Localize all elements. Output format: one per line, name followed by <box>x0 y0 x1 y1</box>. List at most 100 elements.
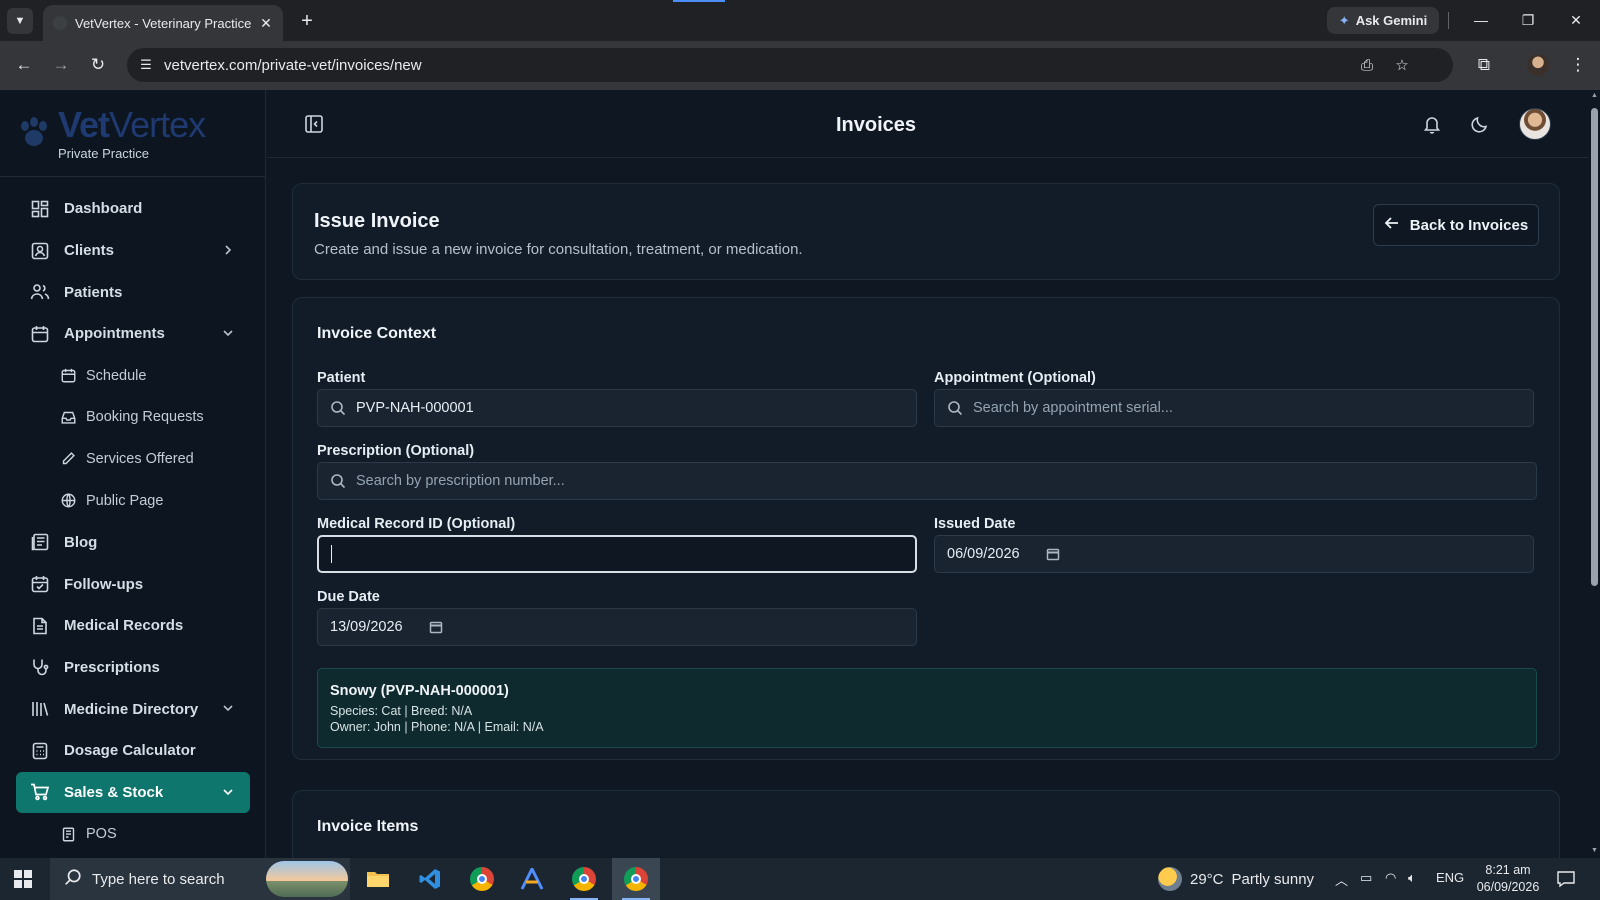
issue-invoice-card: Issue Invoice Create and issue a new inv… <box>292 183 1560 280</box>
forward-arrow-icon[interactable]: → <box>49 53 73 77</box>
medical-record-label: Medical Record ID (Optional) <box>317 516 516 532</box>
tray-chevron-up-icon[interactable]: ︿ <box>1335 870 1348 889</box>
tab-search-dropdown[interactable]: ▼ <box>7 8 33 34</box>
notifications-icon[interactable] <box>1556 869 1576 889</box>
language-indicator[interactable]: ENG <box>1436 870 1464 885</box>
taskbar-search-box[interactable]: Type here to search <box>50 858 350 900</box>
sidebar-item-booking-requests[interactable]: Booking Requests <box>16 396 250 438</box>
dashboard-icon <box>30 199 50 219</box>
file-explorer-icon[interactable] <box>354 858 402 900</box>
pen-icon <box>60 451 76 467</box>
prescription-search-input[interactable]: Search by prescription number... <box>317 462 1537 500</box>
sidebar-item-public-page[interactable]: Public Page <box>16 480 250 522</box>
minimize-window-icon[interactable]: — <box>1466 8 1496 32</box>
medical-record-id-input[interactable] <box>317 535 917 573</box>
sidebar-item-follow-ups[interactable]: Follow-ups <box>16 563 250 605</box>
browser-menu-icon[interactable]: ⋮ <box>1566 53 1590 77</box>
calculator-icon <box>30 741 50 761</box>
scrollbar-thumb[interactable] <box>1591 108 1598 586</box>
blog-icon <box>30 532 50 552</box>
prescription-placeholder: Search by prescription number... <box>356 473 565 489</box>
extensions-icon[interactable]: ⧉ <box>1472 53 1496 77</box>
patients-icon <box>30 282 50 302</box>
brand-subtitle: Private Practice <box>58 146 150 161</box>
sidebar-item-prescriptions[interactable]: Prescriptions <box>16 647 250 689</box>
ask-gemini-button[interactable]: ✦ Ask Gemini <box>1327 7 1439 34</box>
vscode-icon[interactable] <box>406 858 454 900</box>
selected-patient-summary: Snowy (PVP-NAH-000001) Species: Cat | Br… <box>317 668 1537 748</box>
browser-toolbar: ← → ↻ ☰ vetvertex.com/private-vet/invoic… <box>0 41 1600 90</box>
page-title: Invoices <box>835 114 917 136</box>
chrome-active-icon[interactable] <box>612 858 660 900</box>
taskbar-clock[interactable]: 8:21 am 06/09/2026 <box>1470 862 1546 896</box>
invoice-items-card: Invoice Items <box>292 790 1560 858</box>
sidebar-item-schedule[interactable]: Schedule <box>16 355 250 397</box>
battery-icon[interactable]: ▭ <box>1360 870 1372 886</box>
weather-description: Partly sunny <box>1231 870 1315 888</box>
windows-start-icon[interactable] <box>14 870 32 888</box>
site-info-icon[interactable]: ☰ <box>137 56 155 74</box>
sidebar-item-dashboard[interactable]: Dashboard <box>16 188 250 230</box>
sidebar-item-pos[interactable]: POS <box>16 813 250 855</box>
moon-icon[interactable] <box>1470 114 1490 134</box>
issue-invoice-description: Create and issue a new invoice for consu… <box>314 241 803 258</box>
sidebar-item-clients[interactable]: Clients <box>16 230 250 272</box>
sidebar-item-medical-records[interactable]: Medical Records <box>16 605 250 647</box>
issue-invoice-title: Issue Invoice <box>314 210 440 232</box>
chrome-icon[interactable] <box>560 858 608 900</box>
arc-app-icon[interactable] <box>508 858 556 900</box>
sidebar-item-sales-stock[interactable]: Sales & Stock <box>16 771 250 814</box>
arrow-left-icon <box>1384 215 1400 235</box>
url-text[interactable]: vetvertex.com/private-vet/invoices/new <box>164 57 422 74</box>
calendar-picker-icon[interactable] <box>429 620 443 634</box>
chevron-down-icon <box>220 784 236 800</box>
receipt-icon <box>60 826 76 842</box>
sidebar-item-appointments[interactable]: Appointments <box>16 313 250 355</box>
page-scrollbar[interactable]: ▲ ▼ <box>1589 90 1600 858</box>
sidebar-item-services-offered[interactable]: Services Offered <box>16 438 250 480</box>
calendar-picker-icon[interactable] <box>1046 547 1060 561</box>
restore-window-icon[interactable]: ❐ <box>1513 8 1543 32</box>
due-date-label: Due Date <box>317 589 380 605</box>
user-avatar[interactable] <box>1519 108 1551 140</box>
sidebar-item-medicine-directory[interactable]: Medicine Directory <box>16 688 250 730</box>
reload-icon[interactable]: ↻ <box>86 53 110 77</box>
weather-widget[interactable]: 29°C Partly sunny <box>1158 858 1314 900</box>
browser-profile-avatar[interactable] <box>1527 54 1549 76</box>
brand-logo[interactable]: VetVertex Private Practice <box>16 104 256 164</box>
text-cursor <box>331 545 332 563</box>
appointment-search-input[interactable]: Search by appointment serial... <box>934 389 1534 427</box>
bell-icon[interactable] <box>1422 114 1442 134</box>
new-tab-button[interactable]: + <box>294 8 320 34</box>
sidebar-item-dosage-calculator[interactable]: Dosage Calculator <box>16 730 250 772</box>
sidebar: VetVertex Private Practice Dashboard Cli… <box>0 90 266 858</box>
back-to-invoices-button[interactable]: Back to Invoices <box>1373 204 1539 246</box>
tab-close-icon[interactable]: ✕ <box>259 15 273 32</box>
stethoscope-icon <box>30 657 50 677</box>
sidebar-item-patients[interactable]: Patients <box>16 271 250 313</box>
close-window-icon[interactable]: ✕ <box>1561 8 1591 32</box>
tab-favicon-icon <box>53 16 67 30</box>
patient-summary-name: Snowy (PVP-NAH-000001) <box>330 683 509 699</box>
search-icon <box>330 473 346 489</box>
due-date-input[interactable]: 13/09/2026 <box>317 608 917 646</box>
chrome-profile-icon[interactable] <box>458 858 506 900</box>
scroll-up-icon[interactable]: ▲ <box>1590 92 1599 101</box>
back-arrow-icon[interactable]: ← <box>12 53 36 77</box>
volume-icon[interactable]: 🔈︎ <box>1408 870 1416 886</box>
chevron-down-icon <box>220 700 236 716</box>
patient-summary-species: Species: Cat | Breed: N/A <box>330 704 473 718</box>
issued-date-value: 06/09/2026 <box>947 546 1020 562</box>
wifi-icon[interactable]: ◠ <box>1385 870 1396 886</box>
appointment-placeholder: Search by appointment serial... <box>973 400 1173 416</box>
install-app-icon[interactable]: ⎙ <box>1357 55 1377 75</box>
scroll-down-icon[interactable]: ▼ <box>1590 847 1599 856</box>
sidebar-item-blog[interactable]: Blog <box>16 522 250 564</box>
bookmark-star-icon[interactable]: ☆ <box>1392 55 1412 75</box>
top-bar: Invoices <box>267 90 1589 158</box>
browser-tab[interactable]: VetVertex - Veterinary Practice M ✕ <box>43 5 283 41</box>
issued-date-input[interactable]: 06/09/2026 <box>934 535 1534 573</box>
address-bar[interactable]: ☰ vetvertex.com/private-vet/invoices/new… <box>127 48 1453 82</box>
patient-search-input[interactable]: PVP-NAH-000001 <box>317 389 917 427</box>
appointment-label: Appointment (Optional) <box>934 370 1096 386</box>
